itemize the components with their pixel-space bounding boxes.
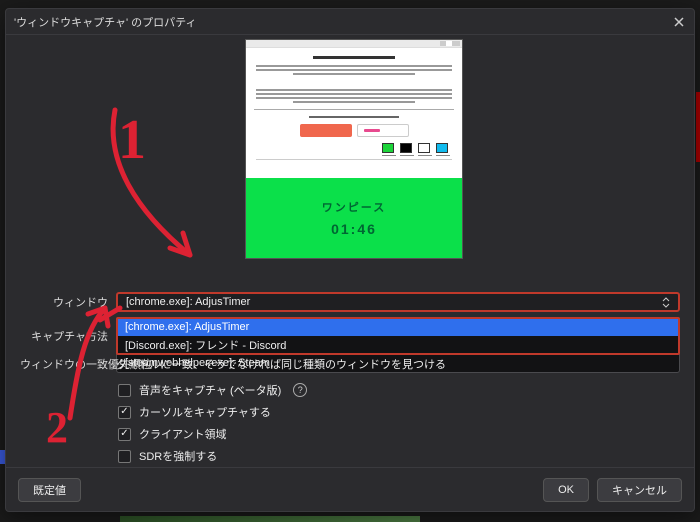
window-select[interactable]: [chrome.exe]: AdjusTimer bbox=[116, 292, 680, 312]
properties-dialog: 'ウィンドウキャプチャ' のプロパティ bbox=[5, 8, 695, 512]
ok-button[interactable]: OK bbox=[543, 478, 589, 502]
window-select-value: [chrome.exe]: AdjusTimer bbox=[126, 296, 250, 308]
row-window: ウィンドウ [chrome.exe]: AdjusTimer bbox=[20, 291, 680, 313]
checkbox-force-sdr[interactable]: SDRを強制する bbox=[118, 445, 307, 467]
label-capture-method: キャプチャ方法 bbox=[20, 328, 116, 344]
dropdown-option[interactable]: [chrome.exe]: AdjusTimer bbox=[117, 318, 679, 336]
checkbox-audio[interactable]: 音声をキャプチャ (ベータ版) ? bbox=[118, 379, 307, 401]
preview-green-timer: 01:46 bbox=[331, 221, 377, 237]
cancel-button[interactable]: キャンセル bbox=[597, 478, 682, 502]
titlebar: 'ウィンドウキャプチャ' のプロパティ bbox=[6, 9, 694, 35]
checkbox-label: 音声をキャプチャ (ベータ版) bbox=[139, 382, 281, 398]
checkbox-icon bbox=[118, 384, 131, 397]
checkbox-group: 音声をキャプチャ (ベータ版) ? カーソルをキャプチャする クライアント領域 … bbox=[118, 379, 307, 467]
match-priority-value-tail: タイトルに一致、そうでなければ同じ種類のウィンドウを見つける bbox=[116, 354, 680, 374]
checkbox-client-area[interactable]: クライアント領域 bbox=[118, 423, 307, 445]
form-area: ウィンドウ [chrome.exe]: AdjusTimer bbox=[6, 291, 694, 317]
label-match-priority: ウィンドウの一致優先順位 bbox=[20, 356, 116, 372]
help-icon[interactable]: ? bbox=[293, 383, 307, 397]
close-icon[interactable] bbox=[672, 15, 686, 29]
checkbox-label: カーソルをキャプチャする bbox=[139, 404, 271, 420]
preview-green-title: ワンピース bbox=[322, 199, 386, 215]
dialog-body: ワンピース 01:46 ウィンドウ [chrome.exe]: AdjusTim… bbox=[6, 35, 694, 467]
checkbox-label: クライアント領域 bbox=[139, 426, 227, 442]
label-window: ウィンドウ bbox=[20, 294, 116, 310]
dialog-footer: 既定値 OK キャンセル bbox=[6, 467, 694, 511]
defaults-button[interactable]: 既定値 bbox=[18, 478, 81, 502]
chevron-updown-icon bbox=[662, 297, 670, 308]
preview-pane: ワンピース 01:46 bbox=[245, 39, 463, 259]
dropdown-option[interactable]: [Discord.exe]: フレンド - Discord bbox=[117, 336, 679, 354]
checkbox-cursor[interactable]: カーソルをキャプチャする bbox=[118, 401, 307, 423]
dialog-title: 'ウィンドウキャプチャ' のプロパティ bbox=[14, 14, 197, 30]
checkbox-icon bbox=[118, 450, 131, 463]
checkbox-label: SDRを強制する bbox=[139, 448, 217, 464]
row-match-priority: ウィンドウの一致優先順位 タイトルに一致、そうでなければ同じ種類のウィンドウを見… bbox=[20, 353, 680, 375]
checkbox-icon bbox=[118, 428, 131, 441]
checkbox-icon bbox=[118, 406, 131, 419]
